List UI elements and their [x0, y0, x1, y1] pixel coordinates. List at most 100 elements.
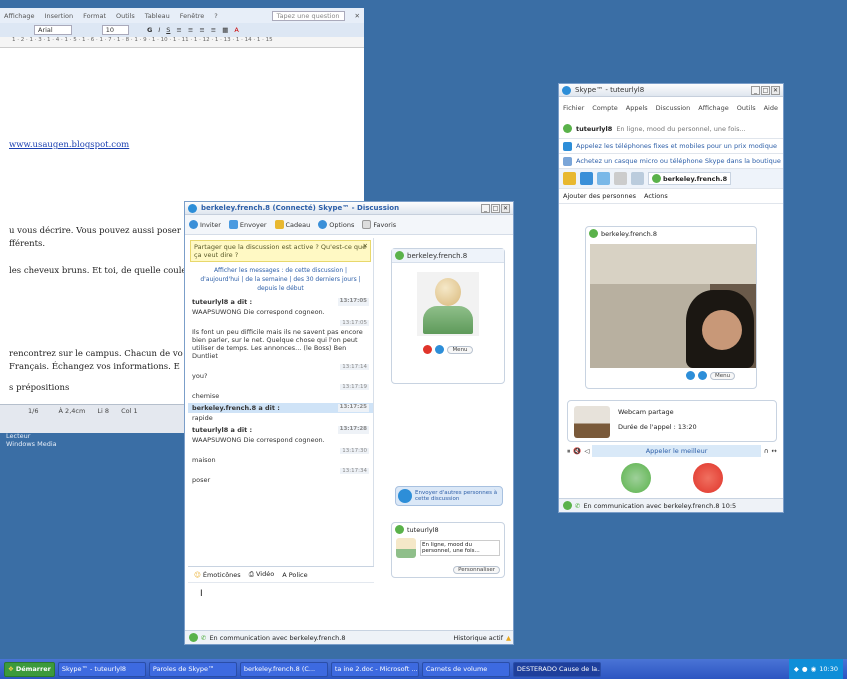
- skype-titlebar[interactable]: Skype™ - tuteurlyl8 _ □ ✕: [559, 84, 783, 97]
- mood-bar[interactable]: tuteurlyl8 En ligne, mood du personnel, …: [559, 119, 783, 139]
- skype-main-window: Skype™ - tuteurlyl8 _ □ ✕ Fichier Compte A…: [558, 83, 784, 513]
- promo-2[interactable]: Achetez un casque micro ou téléphone Sky…: [559, 154, 783, 169]
- add-people-button[interactable]: Envoyer d'autres personnes à cette discu…: [395, 486, 503, 506]
- gift-button[interactable]: Cadeau: [274, 220, 310, 229]
- maximize-icon[interactable]: □: [491, 203, 500, 213]
- history-toggle[interactable]: Historique actif: [453, 634, 503, 642]
- mute-icon[interactable]: 🔇: [573, 447, 581, 455]
- tray-icon[interactable]: ◉: [811, 665, 817, 673]
- snapshot-icon[interactable]: [686, 371, 695, 380]
- menu-insertion[interactable]: Insertion: [45, 12, 74, 20]
- video-actions: Menu: [686, 371, 736, 380]
- options-button[interactable]: Options: [318, 220, 354, 229]
- menu-fenetre[interactable]: Fenêtre: [180, 12, 205, 20]
- size-select[interactable]: 10: [101, 25, 129, 35]
- call-icon[interactable]: [423, 345, 433, 354]
- start-button[interactable]: ❖ Démarrer: [4, 661, 55, 677]
- menu-discussion[interactable]: Discussion: [656, 104, 691, 112]
- menu-outils[interactable]: Outils: [116, 12, 135, 20]
- hang-up-button[interactable]: [693, 463, 723, 493]
- taskbar-item[interactable]: ta ine 2.doc - Microsoft ...: [330, 661, 419, 677]
- message-header: tuteurlyl8 a dit : 13:17:05: [188, 297, 373, 307]
- chat-titlebar[interactable]: berkeley.french.8 (Connecté) Skype™ - Di…: [185, 202, 513, 215]
- skype-status-icon[interactable]: [563, 501, 572, 510]
- tray-icon[interactable]: ●: [802, 665, 808, 673]
- bold-icon[interactable]: G: [147, 26, 152, 34]
- menu-affichage[interactable]: Affichage: [698, 104, 729, 112]
- doc-link[interactable]: www.usaugen.blogspot.com: [9, 140, 129, 150]
- transfer-icon[interactable]: ↔: [772, 447, 777, 455]
- tray-icon[interactable]: ◆: [794, 665, 799, 673]
- border-icon[interactable]: ▦: [222, 26, 228, 34]
- desktop-media-player-icon[interactable]: Lecteur Windows Media: [6, 432, 57, 448]
- promo-1[interactable]: Appelez les téléphones fixes et mobiles …: [559, 139, 783, 154]
- menu-affichage[interactable]: Affichage: [4, 12, 35, 20]
- doc-line: Français. Échangez vos informations. E: [9, 362, 180, 372]
- chat-transcript[interactable]: Partager que la discussion est active ? …: [188, 238, 374, 612]
- active-call-tab[interactable]: berkeley.french.8: [648, 172, 732, 185]
- add-people-link[interactable]: Ajouter des personnes: [563, 192, 636, 200]
- message-time: 13:17:28: [337, 426, 369, 434]
- call-phones-tab-icon[interactable]: [597, 172, 610, 185]
- close-icon[interactable]: ✕: [501, 203, 510, 213]
- contacts-tab-icon[interactable]: [563, 172, 576, 185]
- minimize-icon[interactable]: _: [751, 85, 760, 95]
- font-select[interactable]: Arial: [34, 25, 72, 35]
- taskbar-item[interactable]: Carnets de volume: [421, 661, 510, 677]
- underline-icon[interactable]: S: [166, 26, 170, 34]
- video-settings-icon[interactable]: [698, 371, 707, 380]
- answer-call-button[interactable]: [621, 463, 651, 493]
- history-tab-icon[interactable]: [631, 172, 644, 185]
- menu-appels[interactable]: Appels: [626, 104, 648, 112]
- taskbar-item[interactable]: DESTERADO Cause de la...: [512, 661, 601, 677]
- menu-tableau[interactable]: Tableau: [145, 12, 170, 20]
- mood-message[interactable]: En ligne, mood du personnel, une fois...: [616, 125, 745, 133]
- skype-status-icon[interactable]: [189, 633, 198, 642]
- maximize-icon[interactable]: □: [761, 85, 770, 95]
- emoticons-button[interactable]: ☺ Émoticônes: [194, 571, 241, 579]
- send-file-button[interactable]: Envoyer: [228, 220, 267, 229]
- menu-help[interactable]: ?: [214, 12, 217, 20]
- font-color-icon[interactable]: A: [234, 26, 238, 34]
- menu-outils[interactable]: Outils: [737, 104, 756, 112]
- video-label: Vidéo: [255, 570, 275, 578]
- menu-compte[interactable]: Compte: [592, 104, 618, 112]
- tools-tab-icon[interactable]: [614, 172, 627, 185]
- close-doc-icon[interactable]: ✕: [355, 12, 360, 20]
- menu-fichier[interactable]: Fichier: [563, 104, 584, 112]
- align-center-icon[interactable]: ≡: [188, 26, 193, 34]
- italic-icon[interactable]: I: [158, 26, 160, 34]
- minimize-icon[interactable]: _: [481, 203, 490, 213]
- favorites-button[interactable]: Favoris: [362, 220, 396, 229]
- actions-link[interactable]: Actions: [644, 192, 668, 200]
- taskbar-item[interactable]: Paroles de Skype™: [148, 661, 237, 677]
- message-input[interactable]: I: [188, 583, 374, 621]
- menu-aide[interactable]: Aide: [764, 104, 778, 112]
- video-button[interactable]: ⎙ Vidéo: [249, 570, 275, 579]
- history-links[interactable]: Afficher les messages : de cette discuss…: [200, 266, 361, 293]
- taskbar-item[interactable]: berkeley.french.8 (C...: [239, 661, 328, 677]
- online-status-icon: [395, 525, 404, 534]
- me-mood[interactable]: En ligne, mood du personnel, une fois...: [420, 540, 500, 556]
- video-call-icon[interactable]: [435, 345, 445, 354]
- personalize-button[interactable]: Personnaliser: [453, 566, 500, 574]
- message-time: 13:17:34: [340, 468, 369, 474]
- invite-button[interactable]: Inviter: [189, 220, 221, 229]
- justify-icon[interactable]: ≡: [211, 26, 216, 34]
- font-button[interactable]: A Police: [282, 571, 307, 579]
- close-icon[interactable]: ✕: [771, 85, 780, 95]
- pause-icon[interactable]: ⏸: [567, 447, 570, 456]
- notice-close-icon[interactable]: ✕: [363, 242, 368, 250]
- menu-format[interactable]: Format: [83, 12, 106, 20]
- video-menu-button[interactable]: Menu: [710, 371, 736, 380]
- taskbar-item[interactable]: Skype™ - tuteurlyl8: [57, 661, 146, 677]
- align-left-icon[interactable]: ≡: [176, 26, 181, 34]
- online-status-icon[interactable]: [563, 124, 572, 133]
- headset-icon[interactable]: ∩: [764, 447, 769, 455]
- contact-menu-button[interactable]: Menu: [447, 345, 473, 354]
- align-right-icon[interactable]: ≡: [199, 26, 204, 34]
- conversations-tab-icon[interactable]: [580, 172, 593, 185]
- volume-icon[interactable]: ◁: [584, 447, 589, 455]
- help-question-input[interactable]: Tapez une question: [271, 10, 345, 21]
- chat-notice: Partager que la discussion est active ? …: [190, 240, 371, 262]
